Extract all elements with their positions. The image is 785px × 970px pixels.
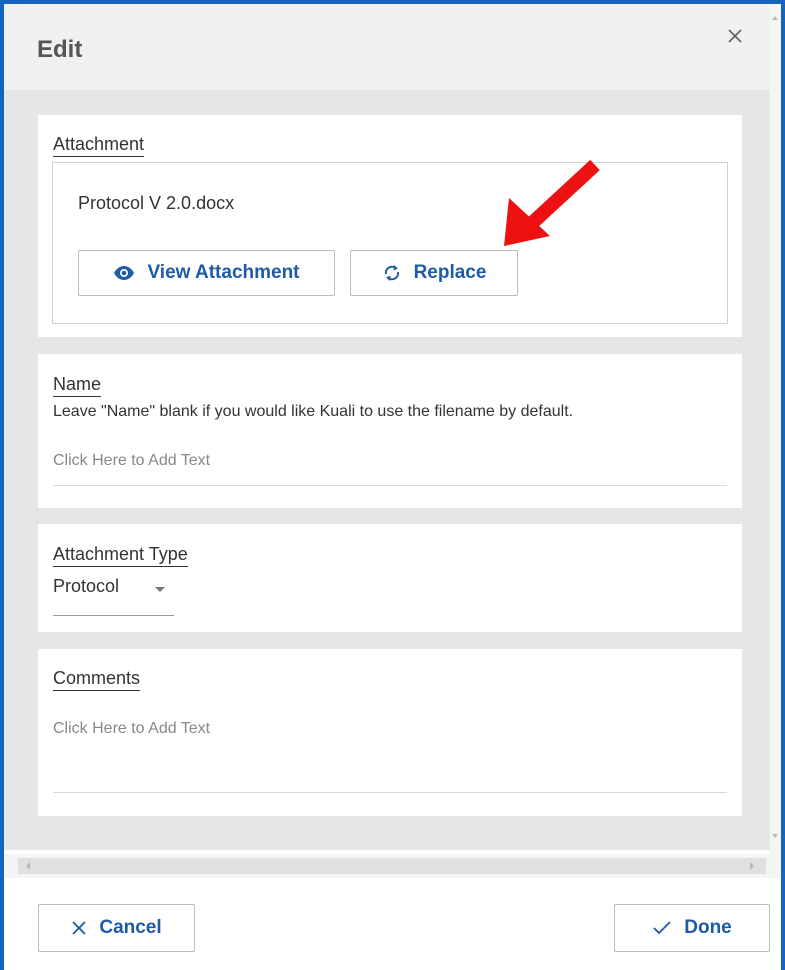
dialog-title: Edit [37,36,83,63]
scroll-down-icon[interactable] [772,834,778,838]
dialog-footer: Cancel Done [4,878,781,970]
name-help-text: Leave "Name" blank if you would like Kua… [53,403,574,420]
done-button[interactable]: Done [614,904,770,952]
dialog-body: Attachment Protocol V 2.0.docx View Atta… [4,90,770,850]
scroll-up-icon[interactable] [772,16,778,20]
replace-label: Replace [413,262,487,283]
attachment-type-card: Attachment Type Protocol [38,524,742,632]
vertical-scrollbar[interactable] [770,4,781,854]
done-label: Done [684,917,732,938]
attachment-type-underline [53,615,174,616]
eye-icon [113,265,135,281]
cancel-button[interactable]: Cancel [38,904,195,952]
name-input-underline [53,485,727,486]
refresh-icon [382,263,402,283]
comments-input-underline [53,792,727,793]
close-icon [71,920,87,936]
attachment-type-label: Attachment Type [53,544,188,567]
check-icon [652,920,672,936]
attachment-filename: Protocol V 2.0.docx [78,193,235,213]
cancel-label: Cancel [99,917,162,938]
scrollbar-thumb[interactable] [18,858,766,874]
horizontal-scrollbar[interactable] [4,854,781,878]
replace-button[interactable]: Replace [350,250,518,296]
name-card: Name Leave "Name" blank if you would lik… [38,354,742,508]
attachment-label: Attachment [53,134,145,157]
close-icon[interactable] [723,24,747,48]
view-attachment-button[interactable]: View Attachment [78,250,335,296]
scroll-left-icon[interactable] [26,862,30,870]
edit-dialog: Edit Attachment Protocol V 2.0.docx View… [0,0,785,970]
chevron-down-icon[interactable] [155,587,165,592]
dialog-header: Edit [4,4,770,90]
name-label: Name [53,374,102,397]
comments-label: Comments [53,668,141,691]
scroll-right-icon[interactable] [750,862,754,870]
attachment-type-select[interactable]: Protocol [53,576,119,597]
view-attachment-label: View Attachment [147,262,300,283]
attachment-card: Attachment Protocol V 2.0.docx View Atta… [38,115,742,337]
name-input[interactable]: Click Here to Add Text [53,452,210,470]
attachment-box: Protocol V 2.0.docx View Attachment Repl… [52,162,728,324]
comments-card: Comments Click Here to Add Text [38,649,742,816]
comments-input[interactable]: Click Here to Add Text [53,720,210,738]
